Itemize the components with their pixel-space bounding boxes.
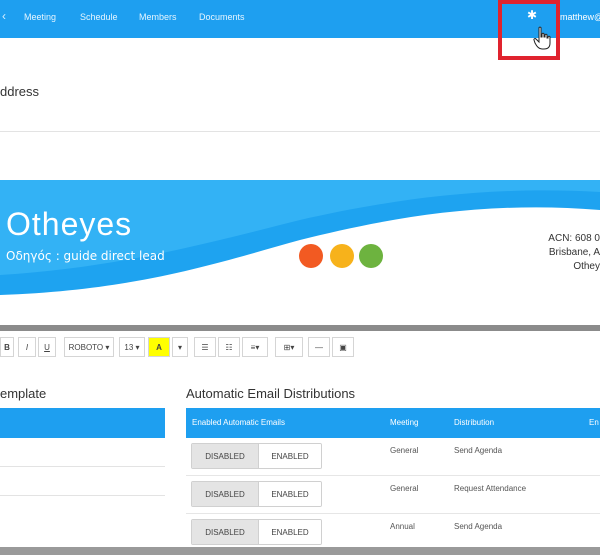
column-distribution: Distribution: [454, 418, 495, 427]
distribution-cell: Send Agenda: [454, 446, 503, 455]
horizontal-rule-button[interactable]: —: [308, 337, 330, 357]
nav-documents[interactable]: Documents: [199, 12, 245, 22]
contact-line-name: Othey: [573, 261, 600, 272]
column-meeting: Meeting: [390, 418, 419, 427]
column-enabled-emails: Enabled Automatic Emails: [192, 418, 285, 427]
meeting-cell: Annual: [390, 522, 415, 531]
contact-line-acn: ACN: 608 0: [548, 233, 600, 244]
disabled-option[interactable]: DISABLED: [192, 444, 258, 468]
green-dot: [359, 244, 383, 268]
user-menu[interactable]: matthew@: [560, 12, 600, 22]
table-row: DISABLED ENABLED General Request Attenda…: [186, 476, 600, 514]
list-icon[interactable]: ☰: [194, 337, 216, 357]
ordered-list-icon[interactable]: ☷: [218, 337, 240, 357]
company-tagline: Οδηγός : guide direct lead: [6, 249, 165, 263]
align-icon[interactable]: ≡▾: [242, 337, 268, 357]
disabled-option[interactable]: DISABLED: [192, 482, 258, 506]
bottom-band: [0, 547, 600, 555]
text-color-button[interactable]: A: [148, 337, 170, 357]
column-en: En: [589, 418, 599, 427]
hand-cursor-icon: [533, 26, 551, 50]
contact-line-city: Brisbane, A: [548, 247, 600, 258]
divider: [0, 131, 600, 132]
text-color-caret[interactable]: ▾: [172, 337, 188, 357]
font-size-dropdown[interactable]: 13 ▾: [119, 337, 145, 357]
enable-toggle: DISABLED ENABLED: [191, 481, 322, 507]
nav-meeting[interactable]: Meeting: [24, 12, 56, 22]
separator-band: [0, 325, 600, 331]
distributions-table-header: Enabled Automatic Emails Meeting Distrib…: [186, 408, 600, 438]
yellow-dot: [330, 244, 354, 268]
distribution-cell: Request Attendance: [454, 484, 527, 493]
image-icon[interactable]: ▣: [332, 337, 354, 357]
enable-toggle: DISABLED ENABLED: [191, 443, 322, 469]
template-table-header: [0, 408, 165, 438]
red-dot: [299, 244, 323, 268]
enabled-option[interactable]: ENABLED: [258, 482, 321, 506]
table-row: DISABLED ENABLED General Send Agenda: [186, 438, 600, 476]
template-section-title: emplate: [0, 386, 47, 401]
distribution-cell: Send Agenda: [454, 522, 503, 531]
company-contact-block: ACN: 608 0 Brisbane, A Othey: [548, 232, 600, 274]
meeting-cell: General: [390, 446, 419, 455]
meeting-cell: General: [390, 484, 419, 493]
chevron-icon[interactable]: ‹: [2, 9, 6, 23]
company-logo-text: Otheyes: [6, 206, 133, 242]
table-icon[interactable]: ⊞▾: [275, 337, 303, 357]
address-heading: ddress: [0, 84, 40, 99]
italic-button[interactable]: I: [18, 337, 36, 357]
template-row-divider: [0, 466, 165, 467]
template-row-divider: [0, 495, 165, 496]
enabled-option[interactable]: ENABLED: [258, 520, 321, 544]
underline-button[interactable]: U: [38, 337, 56, 357]
nav-members[interactable]: Members: [139, 12, 177, 22]
font-family-dropdown[interactable]: ROBOTO ▾: [64, 337, 114, 357]
enable-toggle: DISABLED ENABLED: [191, 519, 322, 545]
distributions-title: Automatic Email Distributions: [186, 386, 356, 401]
bold-button[interactable]: B: [0, 337, 14, 357]
enabled-option[interactable]: ENABLED: [258, 444, 321, 468]
nav-schedule[interactable]: Schedule: [80, 12, 118, 22]
disabled-option[interactable]: DISABLED: [192, 520, 258, 544]
